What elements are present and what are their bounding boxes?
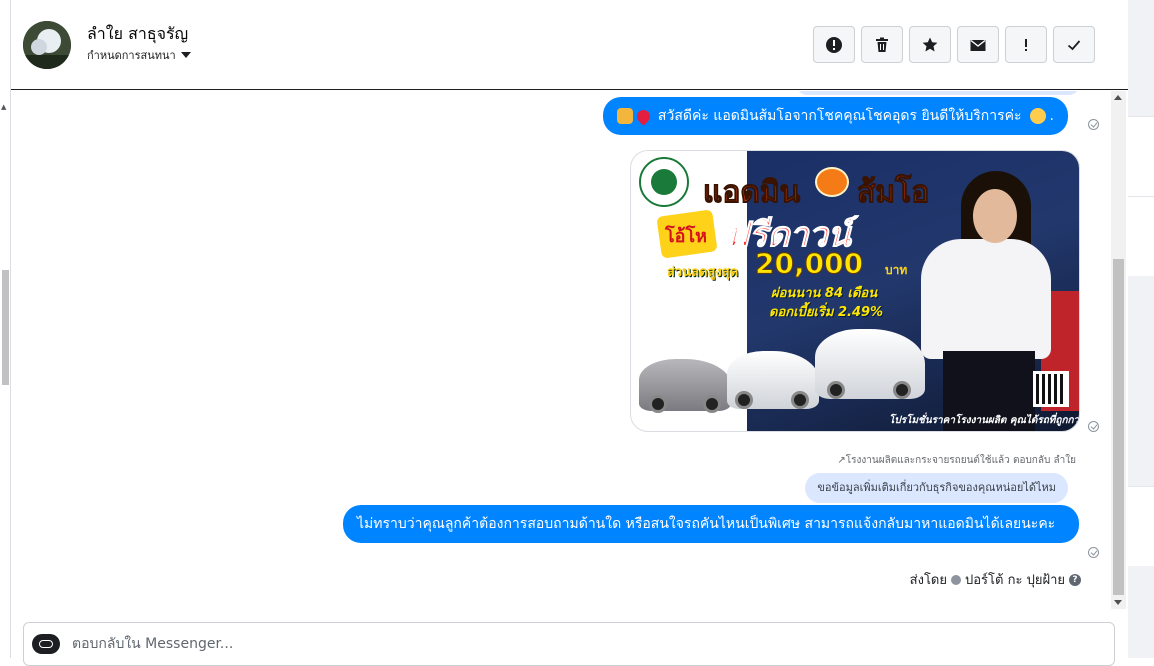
reply-context-note: ↗โรงงานผลิตและกระจายรถยนต์ใช้แล้ว ตอบกลั… [837, 453, 1076, 468]
promo-currency: บาท [885, 263, 908, 277]
orange-fruit-icon [815, 167, 849, 197]
sedan-car-image [639, 359, 731, 413]
greeting-end: . [1049, 108, 1054, 124]
right-panel-card [1128, 116, 1154, 196]
promo-discount-label: ส่วนลดสูงสุด [667, 265, 739, 280]
agent-badge-icon [951, 574, 961, 585]
mark-done-button[interactable] [1053, 26, 1095, 63]
heart-icon [634, 106, 653, 126]
caret-down-icon [180, 52, 191, 58]
assign-label: กำหนดการสนทนา [87, 49, 176, 62]
seen-check-icon [1088, 547, 1099, 558]
contact-name[interactable]: ลำใย สาธุจรัญ [87, 22, 188, 47]
praying-hands-icon [616, 108, 633, 124]
left-panel-edge: ▲ [0, 0, 11, 658]
right-panel-card [1128, 196, 1154, 276]
report-spam-button[interactable] [813, 26, 855, 63]
reply-composer [23, 622, 1115, 666]
sent-by-line: ส่งโดย ปอร์โต้ กะ ปุยฝ้าย ? [910, 569, 1081, 590]
right-panel-card [1128, 486, 1154, 566]
model-shirt [921, 239, 1051, 359]
trash-icon [876, 37, 888, 52]
promo-footer: โปรโมชั่นราคาโรงงานผลิต คุณได้รถที่ถูกกว… [889, 415, 1080, 426]
promo-burst-text: โอ้โห [665, 226, 708, 247]
dealer-logo [639, 157, 689, 207]
greeting-message[interactable]: สวัสดีค่ะ แอดมินส้มโอจากโชคคุณโชคอุดร ยิ… [602, 97, 1068, 135]
header-actions [813, 26, 1095, 63]
model-face [973, 189, 1017, 243]
scroll-up-icon[interactable] [1114, 95, 1122, 100]
conversation-header: ลำใย สาธุจรัญ กำหนดการสนทนา [11, 0, 1128, 90]
mark-unread-button[interactable] [957, 26, 999, 63]
check-icon [1067, 39, 1081, 50]
answer-message[interactable]: ไม่ทราบว่าคุณลูกค้าต้องการสอบถามด้านใด ห… [343, 505, 1079, 543]
page-avatar [32, 634, 60, 654]
promo-image-message[interactable]: แอดมิน ส้มโอ โอ้โห ฟรีดาวน์ ส่วนลดสูงสุด… [630, 150, 1080, 432]
thread-scrollbar[interactable] [1111, 91, 1126, 609]
left-scroll-thumb[interactable] [2, 270, 9, 385]
greeting-text: สวัสดีค่ะ แอดมินส้มโอจากโชคคุณโชคอุดร ยิ… [657, 108, 1022, 124]
scroll-thumb[interactable] [1113, 259, 1124, 595]
reply-note-text: ↗โรงงานผลิตและกระจายรถยนต์ใช้แล้ว ตอบกลั… [837, 455, 1076, 466]
promo-interest: ดอกเบี้ยเริ่ม 2.49% [769, 305, 884, 320]
promo-title-right: ส้มโอ [856, 175, 930, 211]
avatar-photo [23, 21, 71, 69]
qr-code [1033, 371, 1069, 407]
quoted-message[interactable]: ขอข้อมูลเพิ่มเติมเกี่ยวกับธุรกิจของคุณหน… [805, 473, 1068, 503]
help-icon[interactable]: ? [1069, 573, 1081, 586]
delete-button[interactable] [861, 26, 903, 63]
flag-important-button[interactable] [1005, 26, 1047, 63]
seen-check-icon [1088, 421, 1099, 432]
reply-input[interactable] [72, 633, 972, 655]
scroll-down-icon[interactable] [1114, 600, 1122, 605]
cargo-pickup-image [815, 329, 925, 399]
smiling-hearts-face-icon [1029, 108, 1046, 124]
pickup-car-image [727, 351, 819, 409]
envelope-icon [970, 39, 986, 51]
exclamation-icon [1025, 38, 1027, 51]
previous-message-fragment [797, 91, 1079, 95]
sent-by-name: ปอร์โต้ กะ ปุยฝ้าย [965, 573, 1065, 588]
message-thread: สวัสดีค่ะ แอดมินส้มโอจากโชคคุณโชคอุดร ยิ… [11, 91, 1111, 609]
star-icon [922, 37, 938, 51]
promo-discount-amount: 20,000 [754, 247, 864, 281]
right-panel-edge [1128, 0, 1154, 658]
seen-check-icon [1088, 119, 1099, 130]
exclamation-circle-icon [826, 36, 842, 53]
sent-by-label: ส่งโดย [909, 573, 947, 588]
contact-avatar[interactable] [23, 21, 71, 69]
promo-installment: ผ่อนนาน 84 เดือน [771, 286, 878, 301]
star-button[interactable] [909, 26, 951, 63]
left-scroll-arrow[interactable]: ▲ [1, 103, 6, 111]
assign-conversation-dropdown[interactable]: กำหนดการสนทนา [87, 46, 191, 64]
